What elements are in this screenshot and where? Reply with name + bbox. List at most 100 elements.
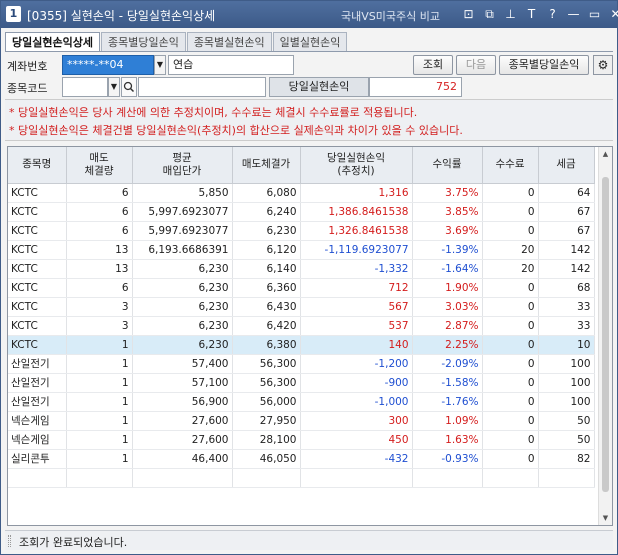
table-row[interactable]: KCTC 13 6,193.6686391 6,120 -1,119.6923077 -1…	[8, 240, 595, 260]
cell-rate: -2.09%	[412, 354, 483, 374]
cell-pl: -1,332	[300, 259, 413, 279]
code-label: 종목코드	[7, 82, 48, 95]
cell-rate: 3.69%	[412, 221, 483, 241]
search-button[interactable]: 조회	[413, 55, 453, 75]
text-icon[interactable]: T	[523, 6, 540, 23]
cell-name: 산일전기	[8, 373, 67, 393]
tab-3[interactable]: 일별실현손익	[272, 32, 348, 52]
table-header-row: 종목명 매도 체결량 평균 매입단가 매도체결가 당일실현손익 (추정치) 수익률 수수료 세…	[8, 147, 595, 184]
cell-rate: 1.09%	[412, 411, 483, 431]
cell-tax: 68	[538, 278, 595, 298]
table-row[interactable]: 산일전기 1 57,400 56,300 -1,200 -2.09% 0 100	[8, 354, 595, 374]
cell-pl: 450	[300, 430, 413, 450]
cell-rate: -0.93%	[412, 449, 483, 469]
cell-qty: 6	[66, 278, 133, 298]
column-header[interactable]: 평균 매입단가	[132, 147, 233, 184]
cell-rate: 2.25%	[412, 335, 483, 355]
help-icon[interactable]: ?	[544, 6, 561, 23]
cell-sell: 6,230	[232, 221, 301, 241]
column-header[interactable]: 당일실현손익 (추정치)	[300, 147, 413, 184]
cell-tax: 67	[538, 221, 595, 241]
notice-area: * 당일실현손익은 당사 계산에 의한 추정치이며, 수수료는 체결시 수수료률…	[5, 99, 613, 141]
cell-name: KCTC	[8, 240, 67, 260]
column-header[interactable]: 수익률	[412, 147, 483, 184]
cell-pl: 537	[300, 316, 413, 336]
cell-fee: 0	[482, 183, 539, 203]
scroll-up-icon[interactable]: ▲	[599, 147, 612, 161]
cell-name: KCTC	[8, 278, 67, 298]
tab-0[interactable]: 당일실현손익상세	[5, 32, 100, 52]
table-row[interactable]: 넥슨게임 1 27,600 28,100 450 1.63% 0 50	[8, 430, 595, 450]
cell-rate: 3.85%	[412, 202, 483, 222]
cell-pl: 1,326.8461538	[300, 221, 413, 241]
maximize-icon[interactable]: ▭	[586, 6, 603, 23]
pin-icon[interactable]: ⊡	[460, 6, 477, 23]
table-row[interactable]: KCTC 3 6,230 6,420 537 2.87% 0 33	[8, 316, 595, 336]
cell-avg: 6,230	[132, 259, 233, 279]
account-name-field: 연습	[168, 55, 294, 75]
column-header[interactable]: 종목명	[8, 147, 67, 184]
search-icon[interactable]	[121, 77, 137, 97]
column-header[interactable]: 매도 체결량	[66, 147, 133, 184]
cell-avg: 5,997.6923077	[132, 202, 233, 222]
compare-link[interactable]: 국내VS미국주식 비교	[341, 8, 440, 24]
scroll-down-icon[interactable]: ▼	[599, 511, 612, 525]
table-row[interactable]: 산일전기 1 57,100 56,300 -900 -1.58% 0 100	[8, 373, 595, 393]
cell-name: KCTC	[8, 316, 67, 336]
cell-qty: 13	[66, 259, 133, 279]
table-row[interactable]: 넥슨게임 1 27,600 27,950 300 1.09% 0 50	[8, 411, 595, 431]
cell-tax: 64	[538, 183, 595, 203]
table-row[interactable]: KCTC 6 5,850 6,080 1,316 3.75% 0 64	[8, 183, 595, 203]
title-bar[interactable]: 1 [0355] 실현손익 - 당일실현손익상세 국내VS미국주식 비교 ⊡ ⧉ ⊥…	[1, 1, 618, 28]
cell-fee: 0	[482, 335, 539, 355]
cell-tax: 100	[538, 373, 595, 393]
table-row[interactable]: KCTC 6 5,997.6923077 6,240 1,386.8461538 3.85…	[8, 202, 595, 222]
cell-qty: 6	[66, 183, 133, 203]
tab-1[interactable]: 종목별당일손익	[100, 32, 186, 52]
gear-icon[interactable]: ⚙	[593, 55, 613, 75]
scroll-thumb[interactable]	[602, 177, 609, 492]
cell-tax: 142	[538, 240, 595, 260]
cell-sell: 6,380	[232, 335, 301, 355]
cell-sell: 56,300	[232, 373, 301, 393]
table-row[interactable]: 실리콘투 1 46,400 46,050 -432 -0.93% 0 82	[8, 449, 595, 469]
column-header[interactable]: 수수료	[482, 147, 539, 184]
tab-2[interactable]: 종목별실현손익	[186, 32, 272, 52]
close-icon[interactable]: ✕	[607, 6, 618, 23]
cell-sell: 6,080	[232, 183, 301, 203]
cell-tax: 50	[538, 411, 595, 431]
cell-name: 넥슨게임	[8, 411, 67, 431]
account-number-field[interactable]: *****-**04	[62, 55, 154, 75]
minimize-icon[interactable]: —	[565, 6, 582, 23]
code-input[interactable]	[62, 77, 108, 97]
table-row[interactable]: 산일전기 1 56,900 56,000 -1,000 -1.76% 0 100	[8, 392, 595, 412]
status-message: 조회가 완료되었습니다.	[19, 536, 128, 549]
table-row[interactable]: KCTC 13 6,230 6,140 -1,332 -1.64% 20 142	[8, 259, 595, 279]
table-row[interactable]: KCTC 6 5,997.6923077 6,230 1,326.8461538 3.69…	[8, 221, 595, 241]
pushpin-icon[interactable]: ⊥	[502, 6, 519, 23]
next-button[interactable]: 다음	[456, 55, 496, 75]
app-window: 1 [0355] 실현손익 - 당일실현손익상세 국내VS미국주식 비교 ⊡ ⧉ ⊥…	[0, 0, 618, 555]
code-dropdown-button[interactable]: ▼	[108, 77, 120, 97]
cell-fee: 0	[482, 430, 539, 450]
cell-rate: -1.39%	[412, 240, 483, 260]
empty-cell	[412, 468, 483, 488]
pl-detail-grid: 종목명 매도 체결량 평균 매입단가 매도체결가 당일실현손익 (추정치) 수익률 수수료 세…	[7, 146, 613, 526]
vertical-scrollbar[interactable]: ▲ ▼	[598, 147, 612, 525]
account-dropdown-button[interactable]: ▼	[154, 55, 166, 75]
column-header[interactable]: 매도체결가	[232, 147, 301, 184]
pl-table: 종목명 매도 체결량 평균 매입단가 매도체결가 당일실현손익 (추정치) 수익률 수수료 세…	[8, 147, 595, 488]
cell-qty: 1	[66, 430, 133, 450]
cell-rate: -1.76%	[412, 392, 483, 412]
table-row[interactable]: KCTC 1 6,230 6,380 140 2.25% 0 10	[8, 335, 595, 355]
cell-qty: 1	[66, 411, 133, 431]
cell-fee: 0	[482, 297, 539, 317]
empty-cell	[8, 468, 67, 488]
column-header[interactable]: 세금	[538, 147, 595, 184]
cell-avg: 6,230	[132, 278, 233, 298]
cell-sell: 6,140	[232, 259, 301, 279]
by-item-pl-button[interactable]: 종목별당일손익	[499, 55, 589, 75]
table-row[interactable]: KCTC 6 6,230 6,360 712 1.90% 0 68	[8, 278, 595, 298]
table-row[interactable]: KCTC 3 6,230 6,430 567 3.03% 0 33	[8, 297, 595, 317]
copy-icon[interactable]: ⧉	[481, 6, 498, 23]
